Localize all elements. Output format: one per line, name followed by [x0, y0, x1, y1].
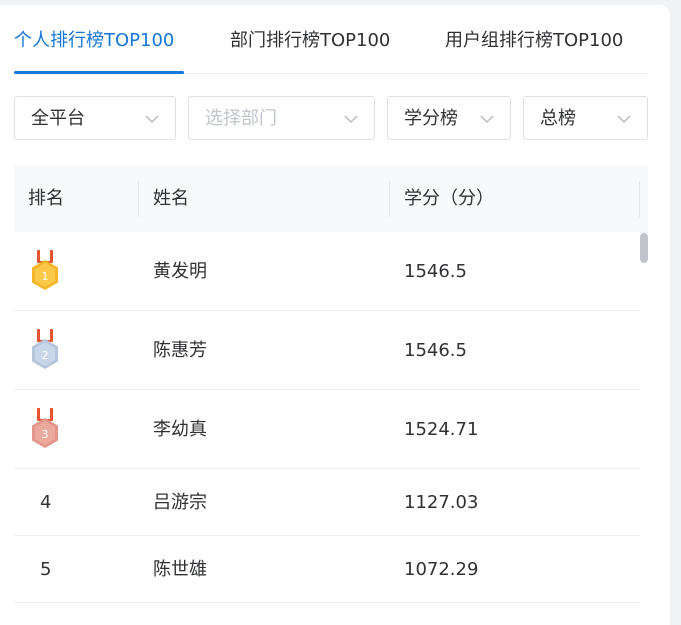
row-name: 吕游宗: [153, 492, 207, 513]
header-rank: 排名: [28, 188, 64, 209]
row-name: 黄发明: [153, 261, 207, 282]
header-score: 学分（分）: [404, 188, 494, 209]
column-divider: [138, 181, 139, 217]
medal-rank-number: 3: [42, 428, 49, 441]
table-row: 5 陈世雄 1072.29: [14, 536, 640, 603]
row-name: 陈世雄: [153, 559, 207, 580]
row-score: 1524.71: [404, 419, 479, 440]
medal-rank-number: 1: [42, 270, 49, 283]
row-score: 1546.5: [404, 340, 467, 361]
table-row: 4 吕游宗 1127.03: [14, 469, 640, 536]
platform-select-value: 全平台: [31, 108, 85, 129]
table-scrollbar-thumb[interactable]: [640, 233, 648, 263]
period-select[interactable]: 总榜: [523, 96, 648, 140]
bronze-medal-icon: 3: [32, 408, 58, 448]
table-header: 排名 姓名 学分（分）: [14, 165, 648, 233]
silver-medal-icon: 2: [32, 329, 58, 369]
column-divider: [639, 181, 640, 217]
tab-personal-top100[interactable]: 个人排行榜TOP100: [14, 29, 174, 53]
row-score: 1127.03: [404, 492, 479, 513]
column-divider: [389, 181, 390, 217]
board-type-select-value: 学分榜: [404, 108, 458, 129]
table-body: 1 黄发明 1546.5 2 陈惠芳 1546.5 3 李幼真 1524.71 …: [14, 232, 640, 612]
leaderboard-card: 个人排行榜TOP100 部门排行榜TOP100 用户组排行榜TOP100 全平台…: [0, 5, 670, 625]
table-row: 1 黄发明 1546.5: [14, 232, 640, 311]
period-select-value: 总榜: [540, 108, 576, 129]
gold-medal-icon: 1: [32, 250, 58, 290]
chevron-down-icon: [344, 115, 358, 123]
board-type-select[interactable]: 学分榜: [387, 96, 511, 140]
active-tab-indicator: [14, 71, 184, 74]
department-select[interactable]: 选择部门: [188, 96, 375, 140]
table-row: 3 李幼真 1524.71: [14, 390, 640, 469]
medal-rank-number: 2: [42, 349, 49, 362]
platform-select[interactable]: 全平台: [14, 96, 176, 140]
chevron-down-icon: [480, 115, 494, 123]
row-rank: 4: [40, 492, 52, 513]
chevron-down-icon: [145, 115, 159, 123]
row-name: 李幼真: [153, 419, 207, 440]
header-name: 姓名: [153, 188, 189, 209]
table-row: 2 陈惠芳 1546.5: [14, 311, 640, 390]
tab-department-top100[interactable]: 部门排行榜TOP100: [230, 29, 390, 53]
row-score: 1072.29: [404, 559, 479, 580]
tab-usergroup-top100[interactable]: 用户组排行榜TOP100: [445, 29, 623, 53]
row-name: 陈惠芳: [153, 340, 207, 361]
leaderboard-tabs: 个人排行榜TOP100 部门排行榜TOP100 用户组排行榜TOP100: [14, 5, 648, 74]
row-score: 1546.5: [404, 261, 467, 282]
department-select-placeholder: 选择部门: [205, 108, 277, 129]
row-rank: 5: [40, 559, 52, 580]
chevron-down-icon: [617, 115, 631, 123]
